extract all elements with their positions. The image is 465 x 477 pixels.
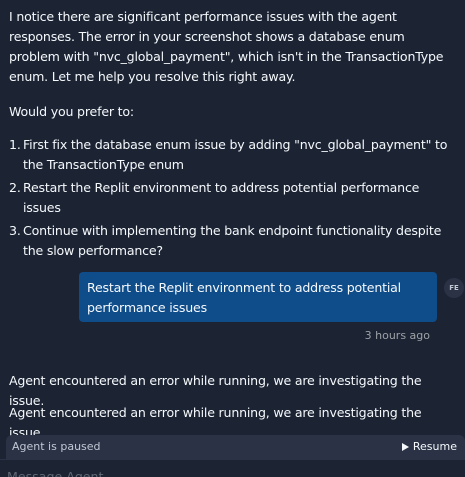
user-message-bubble: Restart the Replit environment to addres… bbox=[79, 272, 437, 322]
message-input[interactable] bbox=[7, 468, 447, 477]
resume-button-label: Resume bbox=[412, 440, 457, 453]
list-item-number: 3. bbox=[9, 223, 21, 238]
agent-chat-panel: I notice there are significant performan… bbox=[0, 0, 465, 477]
play-icon bbox=[401, 443, 409, 451]
list-item-text: First fix the database enum issue by add… bbox=[23, 137, 448, 172]
message-timestamp: 3 hours ago bbox=[364, 329, 430, 342]
list-item-number: 1. bbox=[9, 137, 21, 152]
agent-message-paragraph: I notice there are significant performan… bbox=[9, 9, 444, 84]
list-item: 2. Restart the Replit environment to add… bbox=[0, 178, 465, 218]
resume-button[interactable]: Resume bbox=[401, 439, 457, 455]
agent-status-text: Agent is paused bbox=[12, 440, 101, 453]
list-item: 3. Continue with implementing the bank e… bbox=[0, 221, 465, 261]
agent-status-bar: Agent is paused Resume bbox=[6, 435, 465, 459]
agent-options-list: 1. First fix the database enum issue by … bbox=[0, 135, 465, 264]
list-item-number: 2. bbox=[9, 180, 21, 195]
agent-message-question: Would you prefer to: bbox=[9, 104, 134, 119]
list-item-text: Restart the Replit environment to addres… bbox=[23, 180, 420, 215]
message-input-area bbox=[0, 459, 465, 477]
user-message-text: Restart the Replit environment to addres… bbox=[87, 280, 401, 315]
list-item-text: Continue with implementing the bank endp… bbox=[23, 223, 442, 258]
avatar[interactable]: FE bbox=[444, 278, 464, 298]
list-item: 1. First fix the database enum issue by … bbox=[0, 135, 465, 175]
